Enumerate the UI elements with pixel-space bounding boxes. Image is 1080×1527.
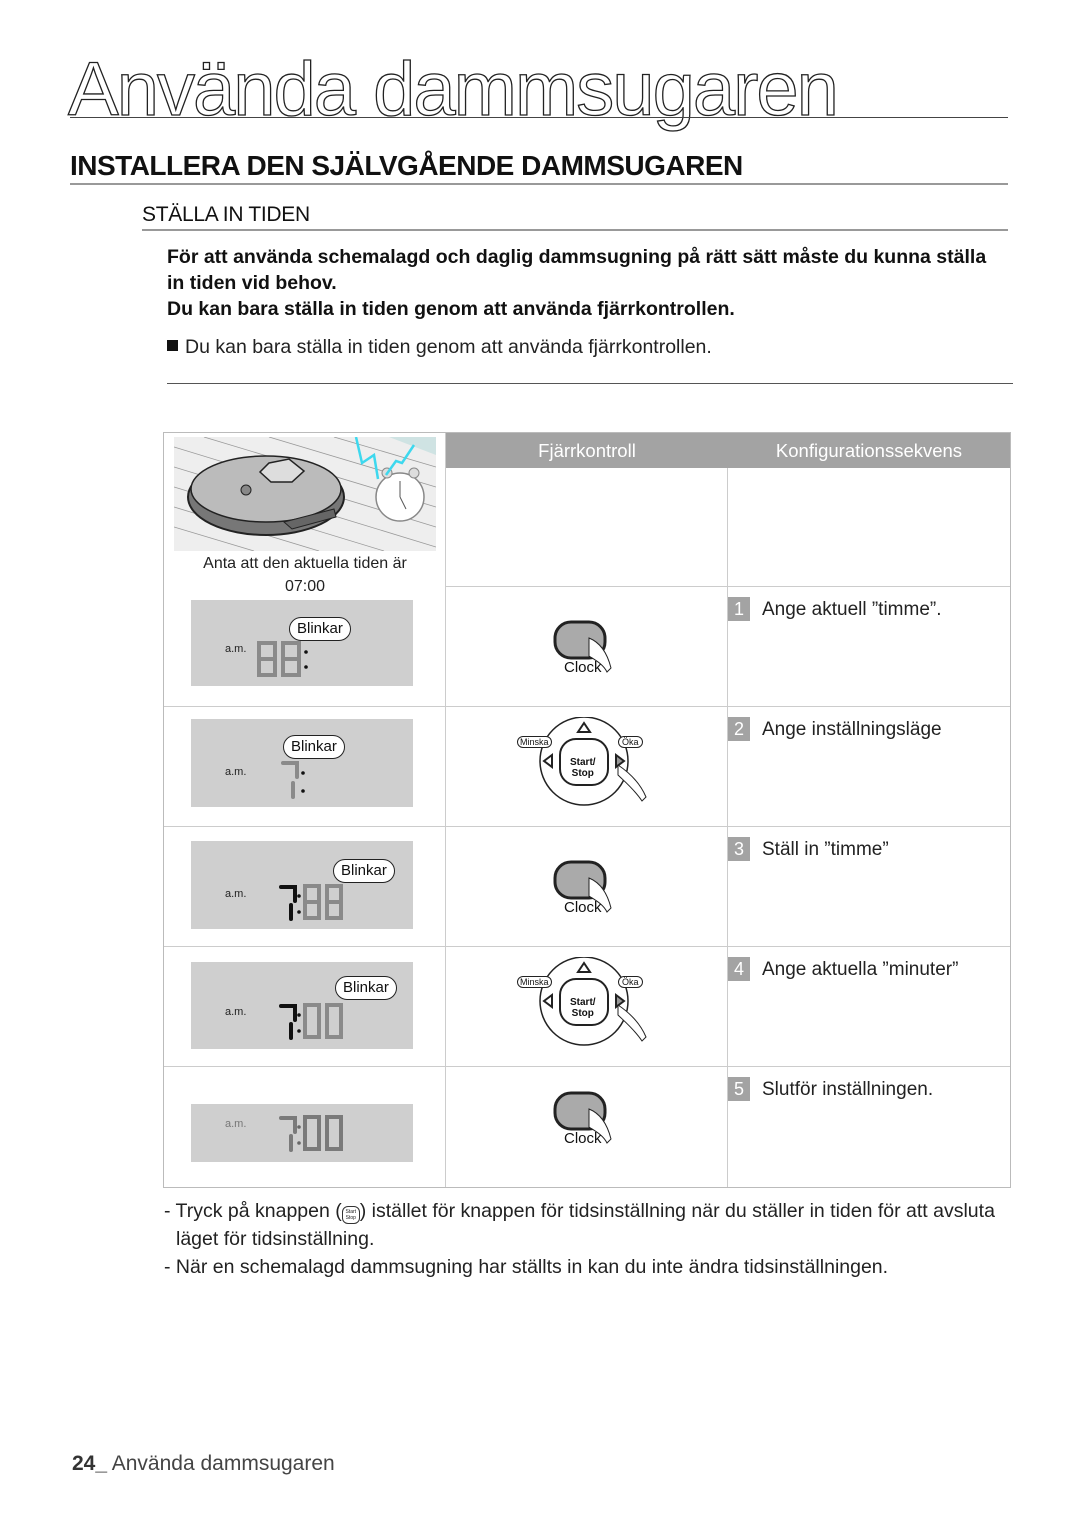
note-divider	[167, 383, 1013, 384]
lcd-display-step-1: a.m. Blinkar	[191, 600, 413, 686]
section-title: INSTALLERA DEN SJÄLVGÅENDE DAMMSUGAREN	[70, 150, 743, 181]
subsection-divider	[142, 229, 1008, 231]
digit-7-blinking	[281, 761, 305, 799]
step-number: 1	[728, 597, 750, 621]
footnote-1: - Tryck på knappen (Start Stop) istället …	[164, 1200, 995, 1250]
clock-button-icon	[553, 620, 612, 673]
row-divider	[164, 1066, 1010, 1067]
digits-7-88	[279, 884, 343, 921]
digits-88-blinking	[257, 641, 308, 677]
am-indicator: a.m.	[225, 1118, 247, 1130]
step-number: 4	[728, 957, 750, 981]
step-5: 5 Slutför inställningen.	[728, 1077, 933, 1101]
lcd-display-step-5: a.m.	[191, 1104, 413, 1162]
row-divider	[164, 706, 1010, 707]
decrease-label: Minska	[517, 976, 552, 988]
blink-bubble: Blinkar	[283, 735, 345, 759]
increase-label: Öka	[618, 736, 643, 748]
row-divider	[164, 826, 1010, 827]
blink-bubble: Blinkar	[289, 617, 351, 641]
scene-caption-line-1: Anta att den aktuella tiden är	[203, 555, 407, 572]
step-text: Ange inställningsläge	[762, 719, 942, 740]
start-stop-label: Start/Stop	[570, 997, 596, 1019]
note: Du kan bara ställa in tiden genom att an…	[167, 336, 712, 359]
intro-line-1: För att använda schemalagd och daglig da…	[167, 246, 987, 294]
subsection-title: STÄLLA IN TIDEN	[142, 203, 310, 226]
step-text: Slutför inställningen.	[762, 1079, 934, 1100]
step-1: 1 Ange aktuell ”timme”.	[728, 597, 942, 621]
step-number: 2	[728, 717, 750, 741]
step-text: Ange aktuell ”timme”.	[762, 599, 942, 620]
intro-line-2: Du kan bara ställa in tiden genom att an…	[167, 298, 735, 320]
clock-button-icon	[553, 860, 612, 913]
digits-7-00-final	[279, 1115, 343, 1152]
row-divider	[446, 586, 1010, 587]
note-text: Du kan bara ställa in tiden genom att an…	[185, 336, 712, 358]
increase-label: Öka	[618, 976, 643, 988]
section-divider	[70, 183, 1008, 185]
header-remote: Fjärrkontroll	[446, 433, 728, 468]
alarm-clock-icon	[375, 467, 425, 522]
page-number: 24_	[72, 1452, 108, 1475]
clock-label: Clock	[564, 899, 602, 916]
step-number: 5	[728, 1077, 750, 1101]
decrease-label: Minska	[517, 736, 552, 748]
blink-bubble: Blinkar	[333, 859, 395, 883]
step-2: 2 Ange inställningsläge	[728, 717, 942, 741]
clock-label: Clock	[564, 659, 602, 676]
lcd-display-step-4: a.m. Blinkar	[191, 962, 413, 1049]
am-indicator: a.m.	[225, 766, 247, 778]
column-divider	[445, 433, 446, 1187]
row-divider	[164, 946, 1010, 947]
footnotes: - Tryck på knappen (Start Stop) istället …	[164, 1197, 1014, 1281]
step-3: 3 Ställ in ”timme”	[728, 837, 889, 861]
start-stop-button-icon: Start Stop	[341, 1206, 360, 1224]
step-text: Ange aktuella ”minuter”	[762, 959, 959, 980]
step-text: Ställ in ”timme”	[762, 839, 889, 860]
am-indicator: a.m.	[225, 1006, 247, 1018]
footnote-2: - När en schemalagd dammsugning har stäl…	[164, 1256, 889, 1278]
am-indicator: a.m.	[225, 643, 247, 655]
lcd-display-step-2: a.m. Blinkar	[191, 719, 413, 807]
intro-text: För att använda schemalagd och daglig da…	[167, 244, 1007, 322]
am-indicator: a.m.	[225, 888, 247, 900]
robot-vacuum-illustration	[174, 437, 436, 551]
header-sequence: Konfigurationssekvens	[728, 433, 1010, 468]
chapter-divider	[70, 117, 1008, 118]
lcd-display-step-3: a.m. Blinkar	[191, 841, 413, 929]
step-number: 3	[728, 837, 750, 861]
time-setting-table: Fjärrkontroll Konfigurationssekvens Anta…	[163, 432, 1011, 1188]
blink-bubble: Blinkar	[335, 976, 397, 1000]
bullet-square-icon	[167, 340, 178, 351]
step-4: 4 Ange aktuella ”minuter”	[728, 957, 958, 981]
footer-title: Använda dammsugaren	[111, 1452, 335, 1475]
clock-label: Clock	[564, 1130, 602, 1147]
scene-caption-time: 07:00	[284, 578, 326, 595]
digits-7-00	[279, 1003, 343, 1040]
page-footer: 24_ Använda dammsugaren	[72, 1452, 335, 1476]
start-stop-label: Start/Stop	[570, 757, 596, 779]
clock-button-icon	[553, 1091, 612, 1144]
